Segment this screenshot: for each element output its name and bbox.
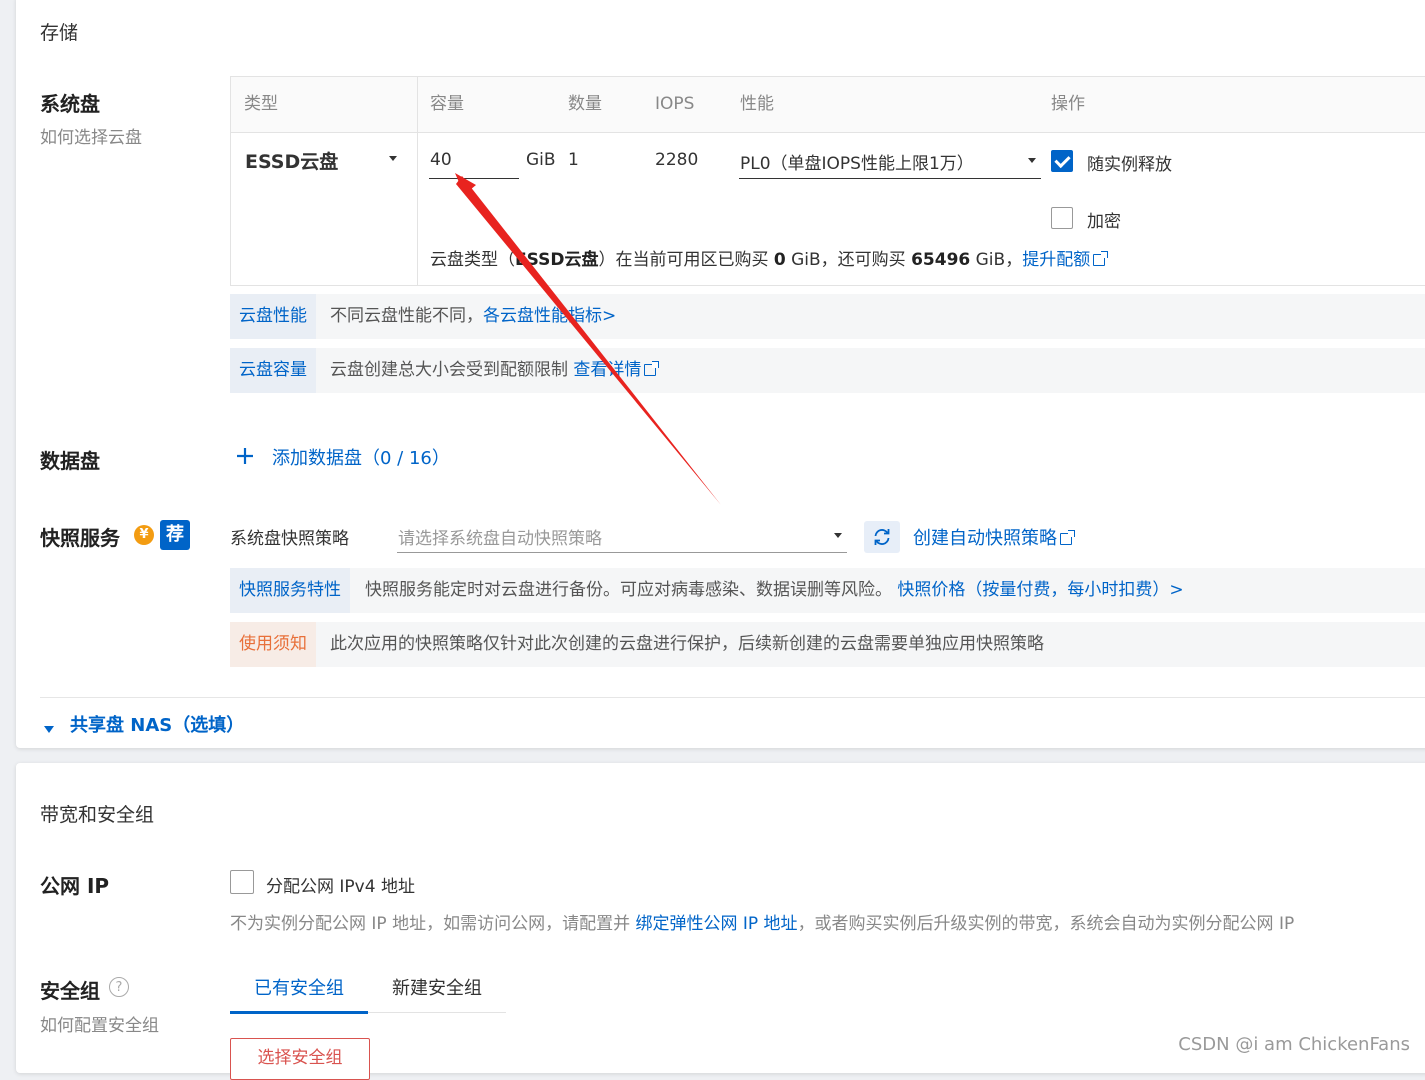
col-quantity: 数量	[568, 94, 602, 114]
chevron-down-icon[interactable]	[1028, 158, 1036, 163]
refresh-button[interactable]	[864, 521, 900, 553]
shared-disk-nas-toggle[interactable]: 共享盘 NAS（选填）	[70, 711, 244, 737]
snapshot-policy-label: 系统盘快照策略	[230, 529, 349, 549]
encrypt-label[interactable]: 加密	[1087, 207, 1121, 232]
col-performance: 性能	[740, 94, 774, 114]
snapshot-policy-underline	[397, 552, 847, 553]
divider	[40, 697, 1425, 698]
security-group-title: 安全组	[40, 979, 100, 1003]
table-header	[231, 77, 1425, 133]
snapshot-service-title: 快照服务	[40, 526, 120, 550]
storage-section-title: 存储	[40, 22, 79, 44]
snapshot-notice-infobar: 使用须知 此次应用的快照策略仅针对此次创建的云盘进行保护，后续新创建的云盘需要单…	[230, 622, 1425, 667]
quota-text: GiB，还可购买	[785, 250, 912, 270]
capacity-input[interactable]: 40	[430, 150, 452, 170]
info-text: 快照服务能定时对云盘进行备份。可应对病毒感染、数据误删等风险。 快照价格（按量付…	[365, 568, 1184, 613]
external-link-icon[interactable]	[1060, 530, 1075, 545]
select-security-group-button[interactable]: 选择安全组	[230, 1038, 370, 1080]
external-link-icon[interactable]	[1093, 251, 1109, 266]
create-snapshot-policy-label[interactable]: 创建自动快照策略	[913, 528, 1057, 549]
public-ip-title: 公网 IP	[40, 874, 110, 898]
plus-icon[interactable]	[233, 444, 257, 468]
tab-existing-security-group[interactable]: 已有安全组	[230, 964, 368, 1014]
quota-text: ）在当前可用区已购买	[598, 250, 774, 270]
recommended-badge: 荐	[160, 520, 190, 550]
snapshot-policy-select[interactable]: 请选择系统盘自动快照策略	[398, 524, 602, 549]
how-to-configure-sg-link[interactable]: 如何配置安全组	[40, 1011, 159, 1036]
disk-type-select[interactable]: ESSD云盘	[245, 147, 338, 174]
quota-text: GiB，	[970, 250, 1023, 270]
system-disk-title: 系统盘	[40, 92, 100, 116]
info-text-body: 不同云盘性能不同，	[330, 306, 483, 326]
public-ip-description: 不为实例分配公网 IP 地址，如需访问公网，请配置并 绑定弹性公网 IP 地址，…	[230, 909, 1294, 934]
quantity-value: 1	[568, 150, 579, 170]
warning-tag: 使用须知	[230, 622, 316, 667]
performance-select-underline	[739, 178, 1041, 179]
snapshot-price-link[interactable]: 快照价格（按量付费，每小时扣费）>	[897, 580, 1183, 600]
yuan-icon: ¥	[134, 525, 154, 545]
encrypt-checkbox[interactable]	[1051, 207, 1073, 229]
data-disk-title: 数据盘	[40, 449, 100, 473]
watermark-text: CSDN @i am ChickenFans	[1178, 1034, 1410, 1055]
assign-public-ip-checkbox[interactable]	[230, 870, 254, 894]
info-text: 不同云盘性能不同，各云盘性能指标>	[330, 294, 616, 339]
caret-down-icon[interactable]	[44, 719, 54, 738]
col-capacity: 容量	[430, 94, 464, 114]
disk-performance-link[interactable]: 各云盘性能指标>	[483, 306, 616, 326]
chevron-down-icon[interactable]	[834, 533, 842, 538]
info-text-body: 快照服务能定时对云盘进行备份。可应对病毒感染、数据误删等风险。	[365, 580, 892, 600]
quota-note: 云盘类型（ESSD云盘）在当前可用区已购买 0 GiB，还可购买 65496 G…	[430, 245, 1109, 270]
performance-select[interactable]: PL0（单盘IOPS性能上限1万）	[740, 149, 974, 174]
quota-text: 云盘类型（	[430, 250, 515, 270]
quota-available: 65496	[911, 250, 971, 270]
snapshot-feature-infobar: 快照服务特性 快照服务能定时对云盘进行备份。可应对病毒感染、数据误删等风险。 快…	[230, 568, 1425, 613]
desc-text: 不为实例分配公网 IP 地址，如需访问公网，请配置并	[230, 914, 636, 934]
release-with-instance-checkbox[interactable]	[1051, 150, 1073, 172]
column-divider	[417, 77, 418, 285]
external-link-icon[interactable]	[644, 361, 660, 376]
info-text-body: 云盘创建总大小会受到配额限制	[330, 360, 574, 380]
info-tag: 云盘性能	[230, 294, 316, 339]
how-to-choose-disk-link[interactable]: 如何选择云盘	[40, 123, 142, 148]
question-circle-icon[interactable]: ?	[109, 977, 129, 997]
assign-public-ip-label[interactable]: 分配公网 IPv4 地址	[266, 872, 415, 897]
view-details-link[interactable]: 查看详情	[573, 360, 641, 380]
tab-new-security-group[interactable]: 新建安全组	[368, 964, 506, 1014]
info-tag: 快照服务特性	[230, 568, 350, 613]
add-data-disk-button[interactable]: 添加数据盘（0 / 16）	[272, 444, 450, 470]
col-type: 类型	[244, 94, 278, 114]
info-tag: 云盘容量	[230, 348, 316, 393]
create-snapshot-policy-link[interactable]: 创建自动快照策略	[913, 524, 1075, 550]
info-text: 此次应用的快照策略仅针对此次创建的云盘进行保护，后续新创建的云盘需要单独应用快照…	[330, 634, 1044, 654]
release-with-instance-label[interactable]: 随实例释放	[1087, 150, 1172, 175]
desc-text: ，或者购买实例后升级实例的带宽，系统会自动为实例分配公网 IP	[797, 914, 1295, 934]
bind-eip-link[interactable]: 绑定弹性公网 IP 地址	[635, 914, 797, 934]
disk-performance-infobar: 云盘性能 不同云盘性能不同，各云盘性能指标>	[230, 294, 1425, 339]
info-text: 云盘创建总大小会受到配额限制 查看详情	[330, 348, 660, 393]
network-section-title: 带宽和安全组	[40, 804, 155, 826]
quota-bought: 0	[773, 250, 786, 270]
col-iops: IOPS	[655, 94, 695, 114]
quota-disk-type: ESSD云盘	[515, 250, 599, 270]
system-disk-table: 类型 容量 数量 IOPS 性能 操作 ESSD云盘 40 GiB 1 2280…	[230, 76, 1425, 286]
capacity-unit: GiB	[526, 150, 556, 170]
raise-quota-link[interactable]: 提升配额	[1022, 250, 1090, 270]
capacity-input-underline	[429, 178, 519, 179]
chevron-down-icon[interactable]	[389, 156, 397, 161]
disk-capacity-infobar: 云盘容量 云盘创建总大小会受到配额限制 查看详情	[230, 348, 1425, 393]
refresh-icon[interactable]	[864, 521, 900, 553]
iops-value: 2280	[655, 150, 699, 170]
col-actions: 操作	[1051, 94, 1085, 114]
